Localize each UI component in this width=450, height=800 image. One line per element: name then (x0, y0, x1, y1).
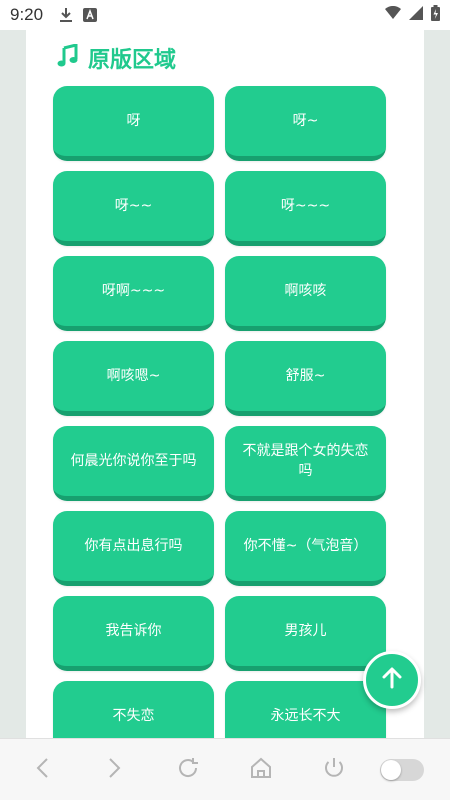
sound-button[interactable]: 不失恋 (53, 681, 214, 738)
sound-button[interactable]: 你有点出息行吗 (53, 511, 214, 586)
status-bar: 9:20 (0, 0, 450, 30)
sound-button[interactable]: 啊咳咳 (225, 256, 386, 331)
sound-button[interactable]: 你不懂~（气泡音） (225, 511, 386, 586)
sound-button[interactable]: 呀~~ (53, 171, 214, 246)
browser-nav-bar (0, 738, 450, 800)
arrow-up-icon (380, 666, 404, 694)
home-button[interactable] (248, 757, 274, 783)
power-button[interactable] (321, 757, 347, 783)
sound-button[interactable]: 啊咳嗯~ (53, 341, 214, 416)
wifi-icon (385, 5, 401, 25)
sound-button[interactable]: 何晨光你说你至于吗 (53, 426, 214, 501)
scroll-to-top-button[interactable] (363, 651, 421, 709)
sound-button[interactable]: 舒服~ (225, 341, 386, 416)
download-icon (59, 7, 73, 23)
refresh-icon (176, 756, 200, 784)
sound-button[interactable]: 呀~ (225, 86, 386, 161)
refresh-button[interactable] (175, 757, 201, 783)
sound-button[interactable]: 永远长不大 (225, 681, 386, 738)
sound-button[interactable]: 不就是跟个女的失恋吗 (225, 426, 386, 501)
back-button[interactable] (29, 757, 55, 783)
app-notification-icon (83, 8, 98, 22)
section-header: 原版区域 (56, 42, 176, 74)
power-icon (322, 756, 346, 784)
left-gutter (0, 30, 26, 738)
sound-button-grid: 呀 呀~ 呀~~ 呀~~~ 呀啊~~~ 啊咳咳 啊咳嗯~ 舒服~ 何晨光你说你至… (53, 86, 387, 738)
toggle-switch[interactable] (380, 759, 424, 781)
right-gutter (424, 30, 450, 738)
toggle-knob (381, 760, 401, 780)
back-icon (35, 757, 49, 783)
sound-button[interactable]: 呀 (53, 86, 214, 161)
sound-button[interactable]: 我告诉你 (53, 596, 214, 671)
section-title: 原版区域 (88, 48, 177, 73)
signal-icon (409, 5, 423, 25)
sound-button[interactable]: 男孩儿 (225, 596, 386, 671)
music-note-icon (56, 43, 80, 72)
forward-button[interactable] (102, 757, 128, 783)
home-icon (249, 756, 273, 784)
status-time: 9:20 (10, 5, 44, 24)
sound-button[interactable]: 呀啊~~~ (53, 256, 214, 331)
sound-button[interactable]: 呀~~~ (225, 171, 386, 246)
sound-board-content[interactable]: 原版区域 呀 呀~ 呀~~ 呀~~~ 呀啊~~~ 啊咳咳 啊咳嗯~ 舒服~ 何晨… (26, 30, 424, 738)
forward-icon (108, 757, 122, 783)
battery-icon (431, 4, 440, 26)
